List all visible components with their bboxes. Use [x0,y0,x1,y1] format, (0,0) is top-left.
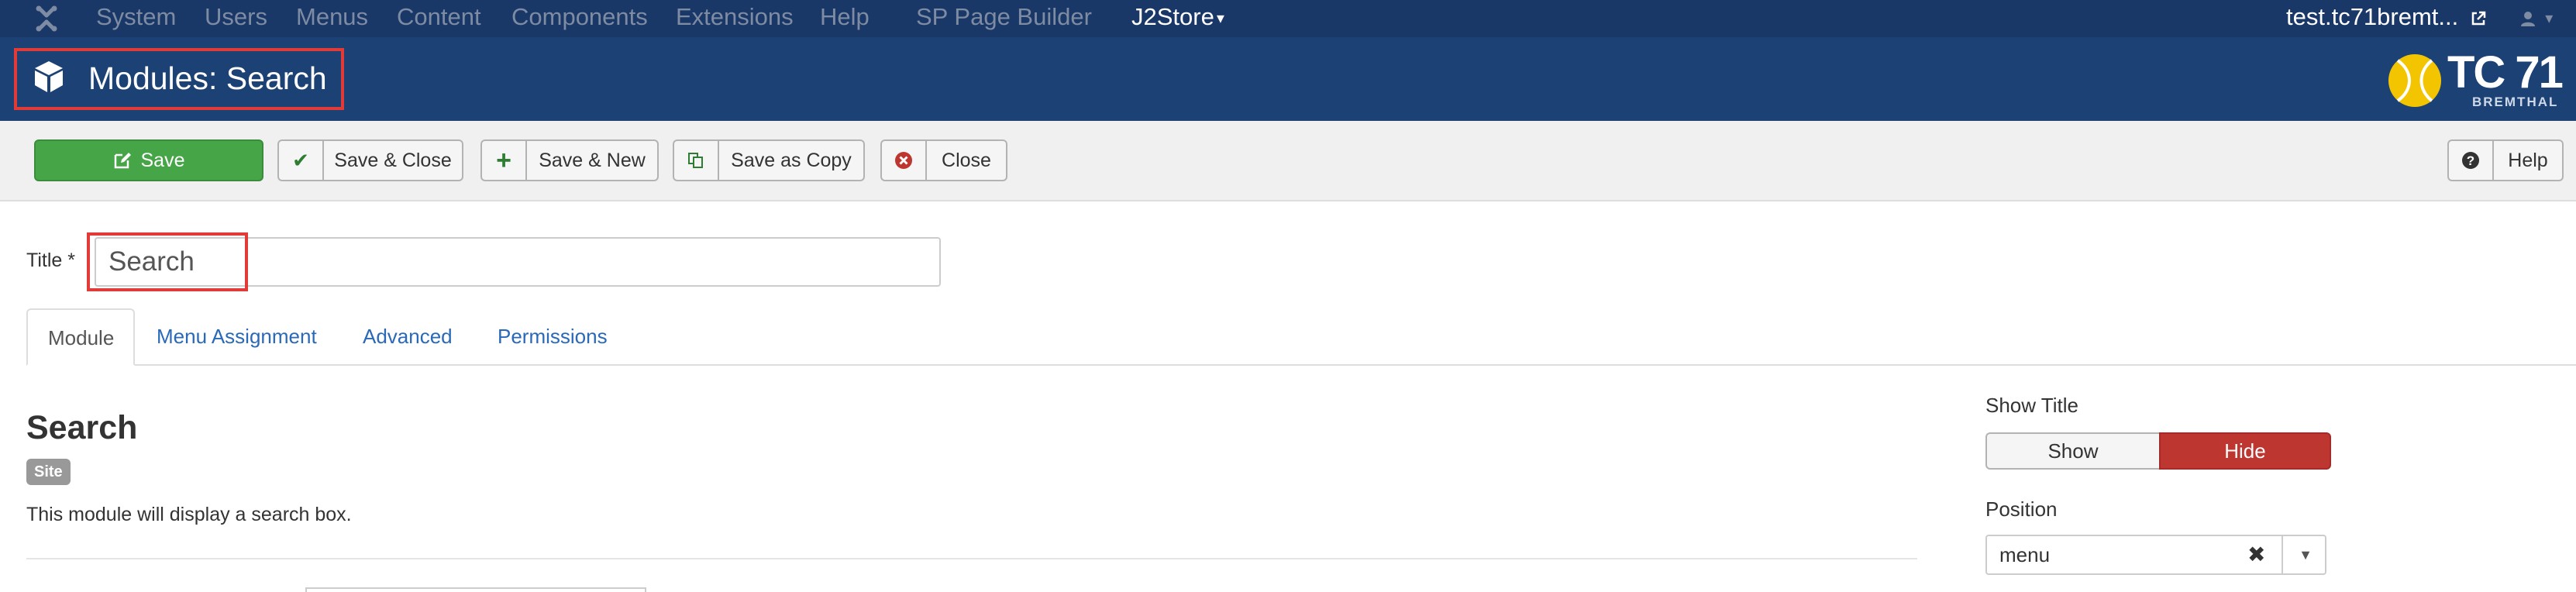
tab-module[interactable]: Module [26,308,135,366]
save-as-copy-button[interactable]: Save as Copy [673,139,865,181]
external-link-icon [2471,11,2486,26]
help-button[interactable]: ? Help [2447,139,2564,181]
site-link[interactable]: test.tc71bremt... [2286,0,2487,37]
page-header: Modules: Search [0,37,2576,121]
tab-permissions[interactable]: Permissions [477,308,628,366]
user-menu[interactable]: ▾ [2519,0,2553,37]
plus-icon: + [482,141,527,180]
brand-logo-text: TC 71 [2447,47,2564,98]
toolbar: Save ✔ Save & Close + Save & New Save as… [0,121,2576,201]
user-icon [2521,12,2535,27]
title-label-text: Title [26,250,63,271]
tab-bar: Module Menu Assignment Advanced Permissi… [26,308,2576,366]
svg-text:?: ? [2467,153,2474,168]
edit-icon [114,153,131,169]
save-button-label: Save [140,149,185,171]
caret-down-icon: ▾ [2545,10,2554,28]
cube-icon [35,61,63,92]
save-new-button-label: Save & New [539,149,646,171]
menu-menus[interactable]: Menus [296,0,368,37]
caret-down-icon: ▾ [1216,9,1224,27]
site-badge: Site [26,459,71,485]
menu-j2store[interactable]: J2Store ▾ [1131,0,1224,37]
top-navigation-bar: System Users Menus Content Components Ex… [0,0,2576,37]
menu-j2store-label: J2Store [1131,3,1214,30]
menu-users[interactable]: Users [205,0,267,37]
check-icon: ✔ [279,141,324,180]
copy-icon [674,141,719,180]
content-divider [26,558,1917,559]
menu-help[interactable]: Help [820,0,870,37]
show-title-hide-option[interactable]: Hide [2159,432,2331,470]
save-new-button[interactable]: + Save & New [480,139,659,181]
joomla-logo-icon[interactable] [33,5,60,33]
menu-components[interactable]: Components [511,0,648,37]
menu-content[interactable]: Content [397,0,481,37]
save-close-button[interactable]: ✔ Save & Close [277,139,463,181]
save-button[interactable]: Save [34,139,263,181]
module-description: This module will display a search box. [26,504,352,525]
show-title-label: Show Title [1985,394,2078,417]
clear-icon[interactable]: ✖ [2247,536,2265,573]
brand-logo-subtext: BREMTHAL [2472,95,2559,109]
title-input[interactable] [95,237,941,287]
tab-advanced[interactable]: Advanced [343,308,473,366]
menu-sp-page-builder[interactable]: SP Page Builder [916,0,1092,37]
module-heading: Search [26,409,138,446]
save-close-button-label: Save & Close [334,149,452,171]
help-button-label: Help [2508,149,2548,171]
tab-menu-assignment[interactable]: Menu Assignment [136,308,337,366]
position-select[interactable]: menu ✖ ▼ [1985,535,2326,575]
title-label: Title * [26,250,75,272]
close-button-label: Close [942,149,991,171]
dropdown-caret-icon[interactable]: ▼ [2282,536,2328,573]
show-title-show-option[interactable]: Show [1985,432,2159,470]
required-marker: * [62,250,75,271]
partial-field[interactable] [305,587,646,592]
save-as-copy-button-label: Save as Copy [731,149,852,171]
help-icon: ? [2449,141,2494,180]
menu-extensions[interactable]: Extensions [676,0,794,37]
site-link-label: test.tc71bremt... [2286,3,2459,30]
menu-system[interactable]: System [96,0,176,37]
close-icon [882,141,927,180]
position-label: Position [1985,497,2058,521]
close-button[interactable]: Close [880,139,1007,181]
brand-logo: TC 71 BREMTHAL [2387,47,2565,112]
page-title: Modules: Search [88,60,327,96]
position-select-value: menu [1999,543,2051,566]
